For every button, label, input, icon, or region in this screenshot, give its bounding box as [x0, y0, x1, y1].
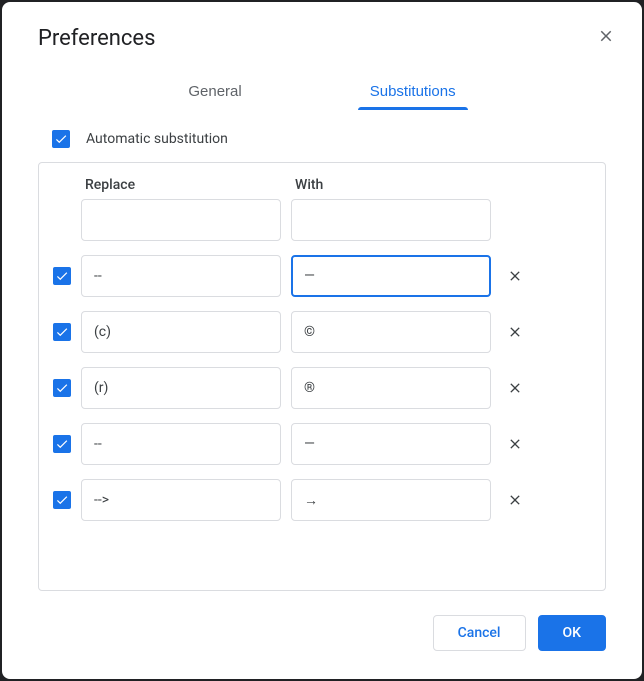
close-button[interactable] [594, 27, 618, 51]
check-icon [54, 132, 68, 146]
close-icon [507, 380, 523, 396]
row-checkbox[interactable] [53, 435, 71, 453]
replace-input[interactable] [81, 311, 281, 353]
table-row [53, 423, 585, 465]
close-icon [507, 268, 523, 284]
close-icon [507, 324, 523, 340]
content-area: Automatic substitution Replace With [2, 110, 642, 591]
row-checkbox[interactable] [53, 491, 71, 509]
substitution-table: Replace With [38, 162, 606, 591]
column-header-replace: Replace [81, 177, 281, 193]
auto-substitution-checkbox[interactable] [52, 130, 70, 148]
preferences-dialog: Preferences General Substitutions Automa… [2, 2, 642, 679]
row-checkbox[interactable] [53, 267, 71, 285]
table-row [53, 367, 585, 409]
delete-row-button[interactable] [501, 318, 529, 346]
replace-input[interactable] [81, 255, 281, 297]
tab-substitutions[interactable]: Substitutions [366, 75, 460, 110]
row-checkbox[interactable] [53, 379, 71, 397]
table-header-row: Replace With [53, 177, 585, 193]
check-icon [55, 437, 69, 451]
replace-input[interactable] [81, 423, 281, 465]
replace-input[interactable] [81, 199, 281, 241]
close-icon [597, 27, 615, 50]
close-icon [507, 492, 523, 508]
close-icon [507, 436, 523, 452]
table-row [53, 479, 585, 521]
dialog-title: Preferences [38, 26, 155, 51]
delete-row-button[interactable] [501, 486, 529, 514]
with-input[interactable] [291, 199, 491, 241]
column-header-with: With [291, 177, 491, 193]
check-icon [55, 269, 69, 283]
dialog-header: Preferences [2, 2, 642, 59]
rows-container [53, 199, 585, 521]
with-input[interactable] [291, 479, 491, 521]
with-input[interactable] [291, 367, 491, 409]
table-row [53, 199, 585, 241]
delete-row-button[interactable] [501, 430, 529, 458]
check-icon [55, 325, 69, 339]
check-icon [55, 493, 69, 507]
auto-substitution-row: Automatic substitution [38, 130, 606, 148]
cancel-button[interactable]: Cancel [433, 615, 526, 651]
table-scroll[interactable]: Replace With [39, 163, 605, 590]
dialog-footer: Cancel OK [2, 591, 642, 679]
delete-row-button[interactable] [501, 374, 529, 402]
row-checkbox[interactable] [53, 323, 71, 341]
replace-input[interactable] [81, 479, 281, 521]
delete-row-button[interactable] [501, 262, 529, 290]
with-input[interactable] [291, 423, 491, 465]
auto-substitution-label: Automatic substitution [86, 131, 228, 147]
check-icon [55, 381, 69, 395]
tab-general[interactable]: General [184, 75, 245, 110]
with-input[interactable] [291, 255, 491, 297]
with-input[interactable] [291, 311, 491, 353]
replace-input[interactable] [81, 367, 281, 409]
ok-button[interactable]: OK [538, 615, 607, 651]
table-row [53, 255, 585, 297]
table-row [53, 311, 585, 353]
tabs: General Substitutions [2, 59, 642, 110]
